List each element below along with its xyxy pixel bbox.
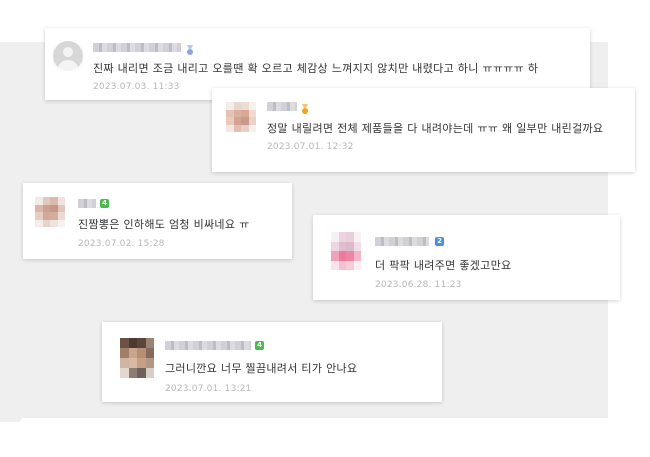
username-blurred[interactable]	[375, 237, 429, 246]
comment-date: 2023.07.03. 11:33	[93, 82, 180, 92]
username-blurred[interactable]	[165, 341, 251, 350]
comment-card: 4 진짬뽕은 인하해도 엄청 비싸네요 ㅠ 2023.07.02. 15:28	[23, 183, 292, 259]
comment-date: 2023.06.28. 11:23	[375, 280, 462, 290]
comment-date: 2023.07.02. 15:28	[78, 239, 165, 249]
username-blurred[interactable]	[78, 199, 96, 208]
blurred-avatar[interactable]	[120, 338, 154, 378]
comment-text: 진짬뽕은 인하해도 엄청 비싸네요 ㅠ	[78, 218, 250, 231]
comment-text: 진짜 내리면 조금 내리고 오를땐 확 오르고 체감상 느껴지지 않치만 내렸다…	[93, 62, 539, 75]
blurred-avatar[interactable]	[226, 102, 256, 132]
default-user-icon[interactable]	[53, 41, 83, 71]
comment-card: 정말 내릴려면 전체 제품들을 다 내려야는데 ㅠㅠ 왜 일부만 내린걸까요 2…	[212, 88, 635, 172]
medal-icon	[301, 100, 309, 114]
background-edge	[0, 418, 650, 457]
blurred-avatar[interactable]	[35, 197, 65, 227]
medal-icon	[186, 41, 194, 55]
level-badge: 4	[255, 341, 264, 350]
comment-date: 2023.07.01. 13:21	[165, 384, 252, 394]
comment-date: 2023.07.01. 12:32	[267, 142, 354, 152]
username-blurred[interactable]	[267, 102, 297, 111]
username-blurred[interactable]	[93, 43, 181, 52]
comment-text: 정말 내릴려면 전체 제품들을 다 내려야는데 ㅠㅠ 왜 일부만 내린걸까요	[267, 122, 604, 135]
level-badge: 2	[435, 237, 444, 246]
comment-text: 그러니깐요 너무 찔끔내려서 티가 안나요	[165, 362, 358, 375]
blurred-avatar[interactable]	[331, 232, 361, 270]
comment-card: 4 그러니깐요 너무 찔끔내려서 티가 안나요 2023.07.01. 13:2…	[102, 322, 442, 402]
level-badge: 4	[100, 199, 109, 208]
comment-card: 2 더 팍팍 내려주면 좋겠고만요 2023.06.28. 11:23	[313, 215, 620, 300]
comment-text: 더 팍팍 내려주면 좋겠고만요	[375, 259, 512, 272]
